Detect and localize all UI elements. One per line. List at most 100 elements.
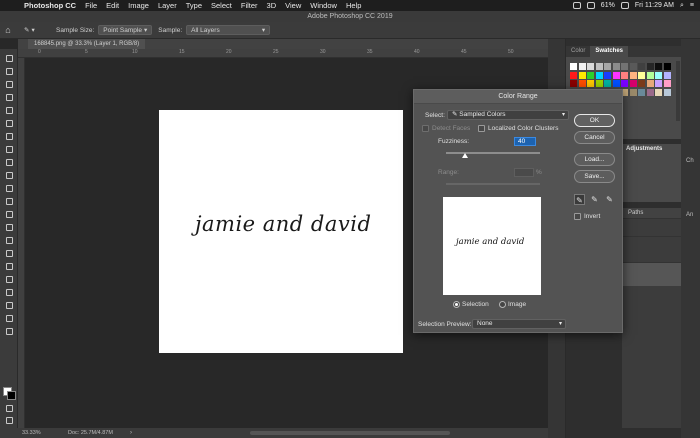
tab-paths[interactable]: Paths	[622, 208, 681, 218]
color-swatch[interactable]	[638, 80, 645, 87]
color-swatch[interactable]	[663, 88, 671, 96]
color-swatch[interactable]	[638, 63, 645, 70]
tab-swatches[interactable]: Swatches	[590, 46, 629, 57]
crop-tool-icon[interactable]	[5, 107, 14, 115]
marquee-tool-icon[interactable]	[5, 68, 14, 76]
color-swatch[interactable]	[587, 63, 594, 70]
quick-mask-icon[interactable]	[5, 405, 14, 413]
color-swatch[interactable]	[646, 80, 654, 87]
color-swatch[interactable]	[646, 88, 654, 96]
eyedropper-icon[interactable]: ✎	[574, 194, 585, 205]
lasso-tool-icon[interactable]	[5, 81, 14, 89]
zoom-tool-icon[interactable]	[5, 315, 14, 323]
horizontal-scrollbar[interactable]	[250, 431, 450, 435]
channels-tab-label[interactable]: Ch	[686, 158, 694, 164]
color-swatch[interactable]	[595, 80, 603, 87]
gradient-tool-icon[interactable]	[5, 211, 14, 219]
menu-list-icon[interactable]: ≡	[690, 2, 694, 9]
color-swatch[interactable]	[663, 71, 671, 79]
color-swatch[interactable]	[604, 80, 611, 87]
color-swatch[interactable]	[570, 80, 577, 87]
move-tool-icon[interactable]	[5, 55, 14, 63]
image-radio[interactable]	[499, 301, 506, 308]
battery-icon[interactable]	[620, 2, 629, 9]
color-swatch[interactable]	[629, 63, 637, 70]
menu-layer[interactable]: Layer	[158, 1, 177, 10]
animation-tab-label[interactable]: An	[686, 212, 693, 218]
color-swatch[interactable]	[587, 80, 594, 87]
color-swatch[interactable]	[646, 63, 654, 70]
menu-view[interactable]: View	[285, 1, 301, 10]
layer-row[interactable]	[622, 262, 681, 286]
color-swatch[interactable]	[629, 80, 637, 87]
color-swatch[interactable]	[663, 80, 671, 87]
invert-checkbox[interactable]	[574, 213, 581, 220]
color-swatch[interactable]	[604, 71, 611, 79]
cancel-button[interactable]: Cancel	[574, 131, 615, 144]
pen-tool-icon[interactable]	[5, 250, 14, 258]
color-swatch[interactable]	[578, 63, 586, 70]
type-tool-icon[interactable]	[5, 263, 14, 271]
screen-mode-icon[interactable]	[5, 417, 14, 425]
tab-color[interactable]: Color	[566, 46, 590, 57]
color-swatch[interactable]	[655, 88, 662, 96]
color-swatch[interactable]	[621, 80, 628, 87]
color-swatch[interactable]	[655, 63, 662, 70]
eraser-tool-icon[interactable]	[5, 198, 14, 206]
color-swatch[interactable]	[638, 88, 645, 96]
menu-photoshop[interactable]: Photoshop CC	[24, 1, 76, 10]
color-swatch[interactable]	[612, 63, 620, 70]
eyedropper-tool-preset[interactable]: ✎ ▾	[24, 25, 42, 36]
color-swatch[interactable]	[655, 71, 662, 79]
background-color-swatch[interactable]	[7, 391, 16, 400]
menu-filter[interactable]: Filter	[241, 1, 258, 10]
color-swatch[interactable]	[578, 80, 586, 87]
color-swatch[interactable]	[621, 71, 628, 79]
frame-tool-icon[interactable]	[5, 120, 14, 128]
color-swatch[interactable]	[570, 63, 577, 70]
menu-type[interactable]: Type	[186, 1, 202, 10]
menu-edit[interactable]: Edit	[106, 1, 119, 10]
wifi-icon[interactable]	[586, 2, 595, 9]
hand-tool-icon[interactable]	[5, 302, 14, 310]
more-tools-icon[interactable]	[5, 328, 14, 336]
blur-tool-icon[interactable]	[5, 224, 14, 232]
history-brush-icon[interactable]	[5, 185, 14, 193]
ok-button[interactable]: OK	[574, 114, 615, 127]
color-swatch[interactable]	[595, 63, 603, 70]
document-tab[interactable]: 168845.png @ 33.3% (Layer 1, RGB/8)	[18, 39, 548, 49]
fuzziness-slider-track[interactable]	[446, 152, 540, 154]
color-swatch[interactable]	[638, 71, 645, 79]
selection-preview-dropdown[interactable]: None ▾	[472, 319, 566, 329]
color-swatch[interactable]	[629, 71, 637, 79]
color-swatch[interactable]	[595, 71, 603, 79]
creative-cloud-icon[interactable]	[572, 2, 581, 9]
shape-tool-icon[interactable]	[5, 289, 14, 297]
menu-3d[interactable]: 3D	[267, 1, 277, 10]
zoom-level[interactable]: 33.33%	[22, 428, 41, 438]
swatches-scrollbar[interactable]	[676, 61, 680, 121]
color-swatch[interactable]	[621, 63, 628, 70]
fuzziness-input[interactable]: 40	[514, 137, 536, 146]
sample-size-select[interactable]: Point Sample ▾	[98, 25, 153, 35]
color-swatch[interactable]	[587, 71, 594, 79]
healing-brush-icon[interactable]	[5, 146, 14, 154]
search-icon[interactable]: ⌕	[680, 2, 684, 10]
selection-radio[interactable]	[453, 301, 460, 308]
quick-select-tool-icon[interactable]	[5, 94, 14, 102]
menu-help[interactable]: Help	[346, 1, 361, 10]
detect-faces-checkbox[interactable]	[422, 125, 429, 132]
home-icon[interactable]: ⌂	[0, 25, 16, 35]
color-swatch[interactable]	[612, 71, 620, 79]
menu-image[interactable]: Image	[128, 1, 149, 10]
clone-stamp-icon[interactable]	[5, 172, 14, 180]
color-swatch[interactable]	[629, 88, 637, 96]
load-button[interactable]: Load...	[574, 153, 615, 166]
color-swatch[interactable]	[578, 71, 586, 79]
menu-window[interactable]: Window	[310, 1, 337, 10]
tab-adjustments[interactable]: Adjustments	[622, 144, 681, 154]
color-swatch[interactable]	[655, 80, 662, 87]
brush-tool-icon[interactable]	[5, 159, 14, 167]
sample-select[interactable]: All Layers ▾	[186, 25, 271, 35]
fuzziness-slider-thumb[interactable]	[461, 153, 468, 158]
